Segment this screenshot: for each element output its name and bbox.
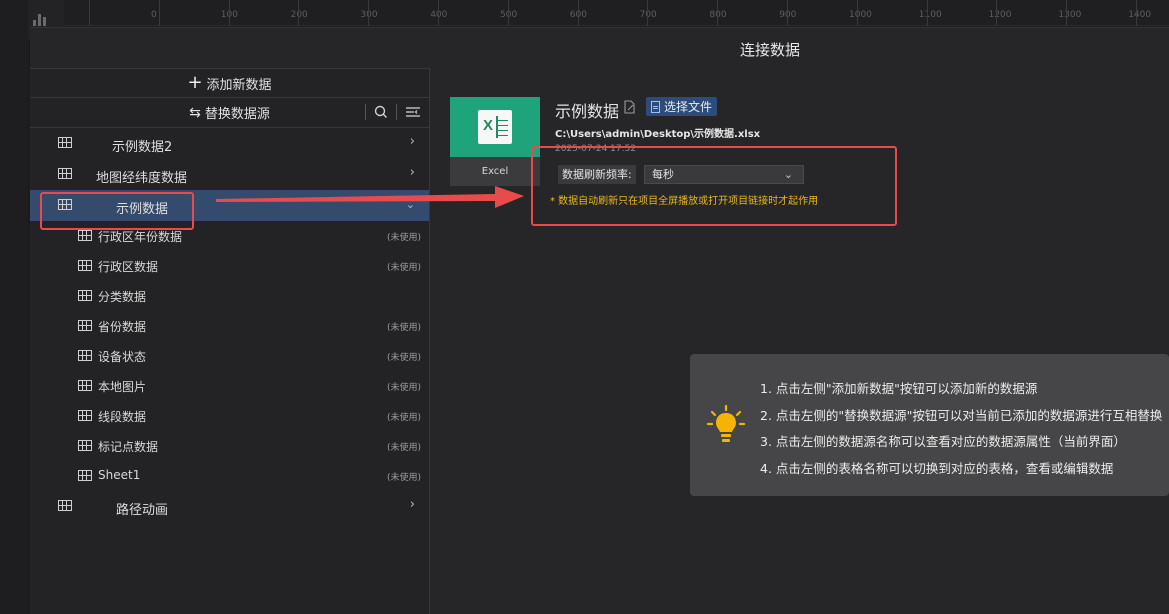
ruler-tick (856, 0, 858, 26)
choose-file-button[interactable]: 选择文件 (646, 97, 718, 116)
ruler-tick (368, 0, 370, 26)
sheet-label: Sheet1 (98, 468, 141, 482)
source-title: 示例数据 (555, 102, 620, 121)
tip-2: 2. 点击左侧的"替换数据源"按钮可以对当前已添加的数据源进行互相替换 (760, 408, 1163, 423)
sheet-item[interactable]: 标记点数据 (未使用) (30, 431, 429, 461)
sheet-label: 行政区数据 (98, 260, 159, 274)
ruler-tick (787, 0, 788, 26)
ruler-tick (577, 0, 579, 26)
tip-1: 1. 点击左侧"添加新数据"按钮可以添加新的数据源 (760, 381, 1038, 396)
table-icon (78, 320, 92, 331)
table-icon (78, 380, 92, 391)
table-icon (78, 470, 92, 481)
edit-icon[interactable] (624, 100, 636, 114)
datasource-item[interactable]: 路径动画 › (30, 491, 429, 522)
ruler-tick (926, 0, 928, 26)
annotation-arrow (216, 186, 524, 208)
sheet-item[interactable]: 线段数据 (未使用) (30, 401, 429, 431)
editor-left-strip (0, 0, 28, 614)
ruler-label: 1300 (1058, 10, 1082, 20)
ruler-tick (996, 0, 998, 26)
tip-4: 4. 点击左侧的表格名称可以切换到对应的表格，查看或编辑数据 (760, 461, 1114, 476)
sheet-label: 本地图片 (98, 380, 147, 394)
table-icon (78, 410, 92, 421)
sheet-status: (未使用) (386, 473, 421, 483)
ruler-tick (228, 0, 230, 26)
sheet-status: (未使用) (386, 443, 421, 453)
ruler-tick (717, 0, 719, 26)
tips-panel: 1. 点击左侧"添加新数据"按钮可以添加新的数据源 2. 点击左侧的"替换数据源… (690, 354, 1169, 496)
table-icon (78, 440, 92, 451)
connect-data-dialog: 连接数据 + 添加新数据 ⇆ 替换数据源 示例数据2 › 地图经纬度数据 › 示… (30, 27, 1169, 614)
sheet-item[interactable]: 本地图片 (未使用) (30, 371, 429, 401)
sheet-label: 分类数据 (98, 290, 147, 304)
sheet-label: 标记点数据 (98, 440, 159, 454)
ruler-tick (507, 0, 509, 26)
sheet-status: (未使用) (386, 233, 421, 243)
source-path: C:\Users\admin\Desktop\示例数据.xlsx (555, 129, 761, 140)
sheet-item[interactable]: 分类数据 (30, 281, 429, 311)
table-icon (78, 290, 92, 301)
sheet-label: 省份数据 (98, 320, 147, 334)
bar-chart-icon (33, 12, 46, 26)
ruler-tick (158, 0, 160, 26)
table-icon (78, 230, 92, 241)
editor-ruler: 0100200300400500600700800900100011001200… (64, 0, 1169, 26)
sheet-item[interactable]: Sheet1 (未使用) (30, 461, 429, 491)
ruler-label: 1200 (988, 10, 1012, 20)
sheet-status: (未使用) (386, 383, 421, 393)
sheet-item[interactable]: 省份数据 (未使用) (30, 311, 429, 341)
chevron-right-icon: › (409, 497, 415, 512)
ruler-tick (1066, 0, 1068, 26)
ruler-label: 0 (151, 10, 157, 20)
ruler-tick (298, 0, 300, 26)
ruler-tick (438, 0, 439, 26)
sheet-label: 线段数据 (98, 410, 147, 424)
ruler-tick (1136, 0, 1137, 26)
sheet-status: (未使用) (386, 323, 421, 333)
ruler-tick (89, 0, 90, 26)
highlight-box-refresh (531, 146, 897, 226)
file-icon (651, 100, 660, 113)
sheet-label: 行政区年份数据 (98, 230, 183, 244)
sheet-status: (未使用) (386, 353, 421, 363)
ruler-label: 1000 (849, 10, 872, 20)
ruler-tick (647, 0, 649, 26)
sheet-status: (未使用) (386, 413, 421, 423)
choose-file-label: 选择文件 (664, 100, 713, 114)
datasource-label: 路径动画 (116, 503, 169, 518)
lightbulb-icon (706, 404, 746, 442)
sheet-status: (未使用) (386, 263, 421, 273)
sheet-label: 设备状态 (98, 350, 147, 364)
tip-3: 3. 点击左侧的数据源名称可以查看对应的数据源属性（当前界面） (760, 434, 1126, 449)
table-icon (78, 260, 92, 271)
table-icon (58, 500, 72, 511)
ruler-label: 1400 (1128, 10, 1152, 20)
ruler-label: 1100 (918, 10, 942, 20)
table-icon (78, 350, 92, 361)
sheet-item[interactable]: 设备状态 (未使用) (30, 341, 429, 371)
sheet-item[interactable]: 行政区数据 (未使用) (30, 251, 429, 281)
